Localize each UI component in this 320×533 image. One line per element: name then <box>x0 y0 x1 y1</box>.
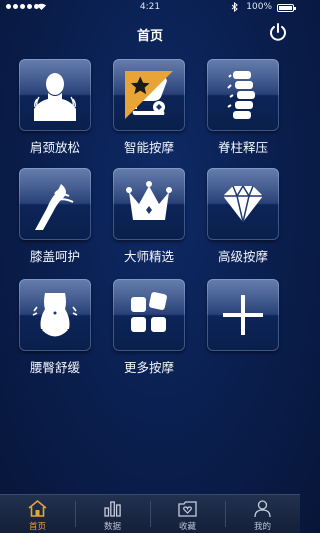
page-title: 首页 <box>136 29 163 44</box>
status-bar: 4:21 100% <box>0 0 300 16</box>
favorites-icon <box>178 501 197 517</box>
tile-knee-care[interactable]: 膝盖呵护 <box>19 168 95 265</box>
tile-neck-shoulder[interactable]: 肩颈放松 <box>19 59 95 156</box>
tile-button[interactable] <box>19 59 91 131</box>
tile-button[interactable] <box>113 279 185 351</box>
power-button[interactable] <box>268 22 288 42</box>
neck-shoulder-icon <box>34 73 76 121</box>
battery-icon <box>277 4 296 12</box>
tab-favorites[interactable]: 收藏 <box>150 495 225 533</box>
tile-master-picks[interactable]: 大师精选 <box>113 168 189 265</box>
knee-icon <box>35 184 74 230</box>
tile-add[interactable] <box>207 279 283 357</box>
waist-icon <box>32 293 78 337</box>
tile-label: 大师精选 <box>123 249 174 264</box>
tile-button[interactable] <box>19 279 91 351</box>
spine-icon <box>227 71 255 119</box>
tile-label: 肩颈放松 <box>29 140 80 155</box>
tile-waist-hip[interactable]: 腰臀舒缓 <box>19 279 95 376</box>
tile-label: 智能按摩 <box>123 140 174 155</box>
tab-data[interactable]: 数据 <box>75 495 150 533</box>
plus-icon <box>223 295 263 335</box>
tile-button[interactable] <box>207 168 279 240</box>
tile-button[interactable] <box>19 168 91 240</box>
add-button[interactable] <box>207 279 279 351</box>
home-icon <box>28 499 47 517</box>
grid-icon <box>131 292 167 332</box>
tile-advanced-massage[interactable]: 高级按摩 <box>207 168 283 265</box>
tile-label: 更多按摩 <box>123 360 174 375</box>
tile-button[interactable] <box>113 168 185 240</box>
tile-smart-massage[interactable]: 智能按摩 <box>113 59 189 156</box>
power-icon <box>270 23 286 41</box>
tile-spine-relief[interactable]: 脊柱释压 <box>207 59 283 156</box>
tile-more-massage[interactable]: 更多按摩 <box>113 279 189 376</box>
tile-label: 腰臀舒缓 <box>29 360 80 375</box>
tile-button[interactable] <box>113 59 185 131</box>
tab-bar: 首页 数据 收藏 我的 <box>0 494 300 533</box>
battery-percentage: 100% <box>246 2 272 12</box>
bar-chart-icon <box>104 501 121 517</box>
tab-label: 收藏 <box>178 522 196 532</box>
tab-label: 数据 <box>103 522 121 532</box>
bluetooth-icon <box>231 1 238 15</box>
tile-label: 脊柱释压 <box>217 140 268 155</box>
tile-button[interactable] <box>207 59 279 131</box>
tab-label: 首页 <box>28 522 46 532</box>
tab-home[interactable]: 首页 <box>0 495 75 533</box>
tile-label: 高级按摩 <box>217 249 268 264</box>
star-icon <box>125 71 173 119</box>
profile-icon <box>254 500 271 518</box>
tab-label: 我的 <box>253 522 271 532</box>
crown-icon <box>126 181 172 220</box>
diamond-icon <box>223 185 263 223</box>
tile-label: 膝盖呵护 <box>29 249 80 264</box>
tab-profile[interactable]: 我的 <box>225 495 300 533</box>
